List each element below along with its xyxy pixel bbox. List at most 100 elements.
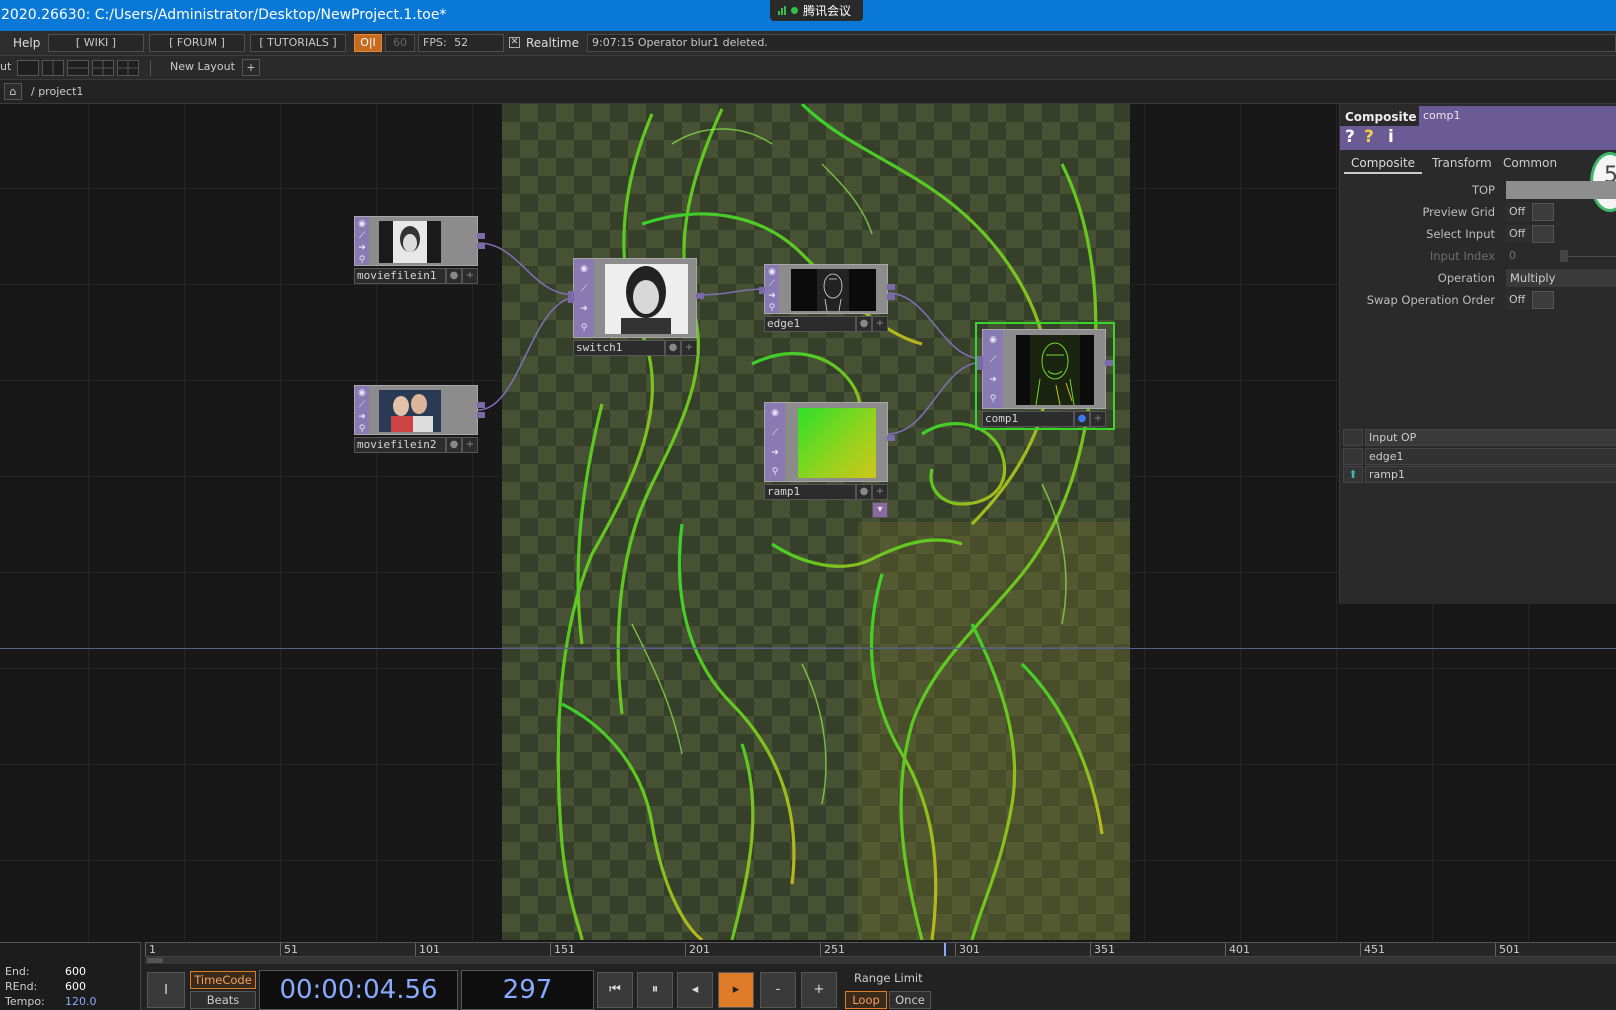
layout-single-icon[interactable] [17, 60, 39, 76]
viewer-flag-icon[interactable]: ◉ [357, 388, 367, 398]
node-viewer-toggle[interactable]: ● [1074, 411, 1090, 427]
node-label[interactable]: edge1 [764, 316, 856, 332]
layout-quad-icon[interactable] [117, 60, 139, 76]
help-icon[interactable]: ? [1345, 127, 1355, 147]
rewind-button[interactable]: ⏮ [597, 972, 633, 1008]
help-menu[interactable]: Help [13, 36, 40, 50]
output-connector[interactable] [887, 435, 895, 441]
output-connector[interactable] [887, 284, 895, 290]
add-layout-button[interactable]: + [242, 59, 260, 76]
fps-limit-field[interactable]: 60 [385, 34, 415, 52]
up-arrow-icon[interactable]: ⬆ [1343, 466, 1363, 483]
node-switch1[interactable]: ◉ ⟋ ➜ ⚲ [568, 258, 704, 338]
rend-value[interactable]: 600 [65, 980, 86, 993]
output-connector[interactable] [477, 412, 485, 418]
frame-display[interactable]: 297 [461, 970, 594, 1010]
input-connector[interactable] [977, 356, 983, 370]
op-name-field[interactable]: comp1 [1419, 106, 1616, 126]
beats-mode-button[interactable]: Beats [190, 991, 256, 1009]
tab-transform[interactable]: Transform [1427, 156, 1497, 170]
input-row[interactable]: edge1 [1343, 448, 1616, 465]
node-moviefilein1[interactable]: ◉ ⟋ ➜ ⚲ [354, 216, 485, 266]
forum-button[interactable]: [ FORUM ] [149, 34, 245, 52]
node-label[interactable]: moviefilein2 [354, 437, 446, 453]
preview-grid-toggle[interactable] [1532, 203, 1554, 221]
viewer-flag-icon[interactable]: ◉ [357, 219, 367, 229]
range-handle[interactable] [147, 958, 163, 963]
timeline-ruler[interactable]: 1 51 101 151 201 251 301 351 401 451 501 [145, 942, 1616, 957]
output-connector[interactable] [887, 294, 895, 300]
realtime-checkbox[interactable]: ✕ [509, 37, 520, 48]
viewer-flag-icon[interactable]: ◉ [579, 264, 589, 274]
tempo-value[interactable]: 120.0 [65, 995, 97, 1008]
input-name[interactable]: ramp1 [1365, 466, 1616, 483]
home-icon[interactable]: ⌂ [4, 83, 22, 100]
step-minus-button[interactable]: - [760, 972, 796, 1008]
step-back-button[interactable]: ◂ [677, 972, 713, 1008]
lock-flag-icon[interactable]: ⚲ [770, 467, 780, 477]
viewer-flag-icon[interactable]: ◉ [988, 335, 998, 345]
layout-split-horizontal-icon[interactable] [67, 60, 89, 76]
swap-operation-toggle[interactable] [1532, 291, 1554, 309]
node-comp1[interactable]: ◉ ⟋ ➜ ⚲ [977, 329, 1113, 409]
render-flag-icon[interactable]: ➜ [357, 243, 367, 253]
node-label[interactable]: moviefilein1 [354, 268, 446, 284]
render-flag-icon[interactable]: ➜ [357, 412, 367, 422]
operation-dropdown[interactable]: Multiply [1506, 269, 1616, 287]
node-label[interactable]: ramp1 [764, 484, 856, 500]
viewer-flag-icon[interactable]: ◉ [767, 267, 777, 277]
node-add-button[interactable]: + [872, 316, 888, 332]
pause-button[interactable]: ⏸ [637, 972, 673, 1008]
lock-flag-icon[interactable]: ⚲ [357, 255, 367, 265]
timecode-mode-button[interactable]: TimeCode [190, 971, 256, 989]
select-input-toggle[interactable] [1532, 225, 1554, 243]
output-connector[interactable] [1105, 360, 1113, 366]
node-viewer-toggle[interactable]: ● [446, 437, 462, 453]
node-moviefilein2[interactable]: ◉ ⟋ ➜ ⚲ [354, 385, 485, 435]
node-add-button[interactable]: + [462, 437, 478, 453]
input-name[interactable]: edge1 [1365, 448, 1616, 465]
breadcrumb[interactable]: / project1 [31, 85, 83, 98]
bypass-flag-icon[interactable]: ⟋ [357, 231, 367, 241]
lock-flag-icon[interactable]: ⚲ [357, 424, 367, 434]
output-connector[interactable] [477, 243, 485, 249]
input-index-slider[interactable] [1560, 256, 1616, 257]
loop-button[interactable]: Loop [845, 991, 887, 1009]
info-icon[interactable]: i [1388, 127, 1394, 147]
meeting-indicator[interactable]: 腾讯会议 [770, 0, 863, 21]
render-flag-icon[interactable]: ➜ [770, 448, 780, 458]
node-viewer-toggle[interactable]: ● [665, 340, 681, 356]
timeline-track[interactable] [145, 956, 1616, 964]
step-plus-button[interactable]: + [801, 972, 837, 1008]
top-field[interactable] [1506, 181, 1616, 199]
oi-toggle-button[interactable]: O|I [354, 34, 382, 52]
playhead[interactable] [944, 943, 947, 957]
tab-common[interactable]: Common [1498, 156, 1562, 170]
node-edge1[interactable]: ◉ ⟋ ➜ ⚲ [759, 264, 895, 314]
bypass-flag-icon[interactable]: ⟋ [357, 400, 367, 410]
timeline-settings-button[interactable]: I [147, 972, 185, 1008]
node-add-button[interactable]: + [1090, 411, 1106, 427]
bypass-flag-icon[interactable]: ⟋ [767, 279, 777, 289]
render-flag-icon[interactable]: ➜ [767, 291, 777, 301]
input-row[interactable]: ⬆ ramp1 [1343, 466, 1616, 483]
input-connector[interactable] [759, 287, 765, 294]
node-viewer-toggle[interactable]: ● [446, 268, 462, 284]
node-ramp1[interactable]: ◉ ⟋ ➜ ⚲ [764, 402, 895, 482]
lock-flag-icon[interactable]: ⚲ [579, 323, 589, 333]
input-connector[interactable] [568, 291, 574, 303]
play-forward-button[interactable]: ▸ [718, 972, 754, 1008]
tab-composite[interactable]: Composite [1344, 156, 1423, 174]
node-add-button[interactable]: + [462, 268, 478, 284]
layout-three-pane-icon[interactable] [92, 60, 114, 76]
new-layout-tab[interactable]: New Layout [170, 60, 235, 73]
bypass-flag-icon[interactable]: ⟋ [579, 284, 589, 294]
bypass-flag-icon[interactable]: ⟋ [988, 355, 998, 365]
input-row-handle[interactable] [1343, 448, 1363, 465]
output-connector[interactable] [477, 402, 485, 408]
wiki-button[interactable]: [ WIKI ] [48, 34, 144, 52]
lock-flag-icon[interactable]: ⚲ [988, 394, 998, 404]
node-label[interactable]: switch1 [573, 340, 665, 356]
viewer-flag-icon[interactable]: ◉ [770, 408, 780, 418]
node-parameter-shortcut-icon[interactable]: ▾ [872, 502, 888, 518]
